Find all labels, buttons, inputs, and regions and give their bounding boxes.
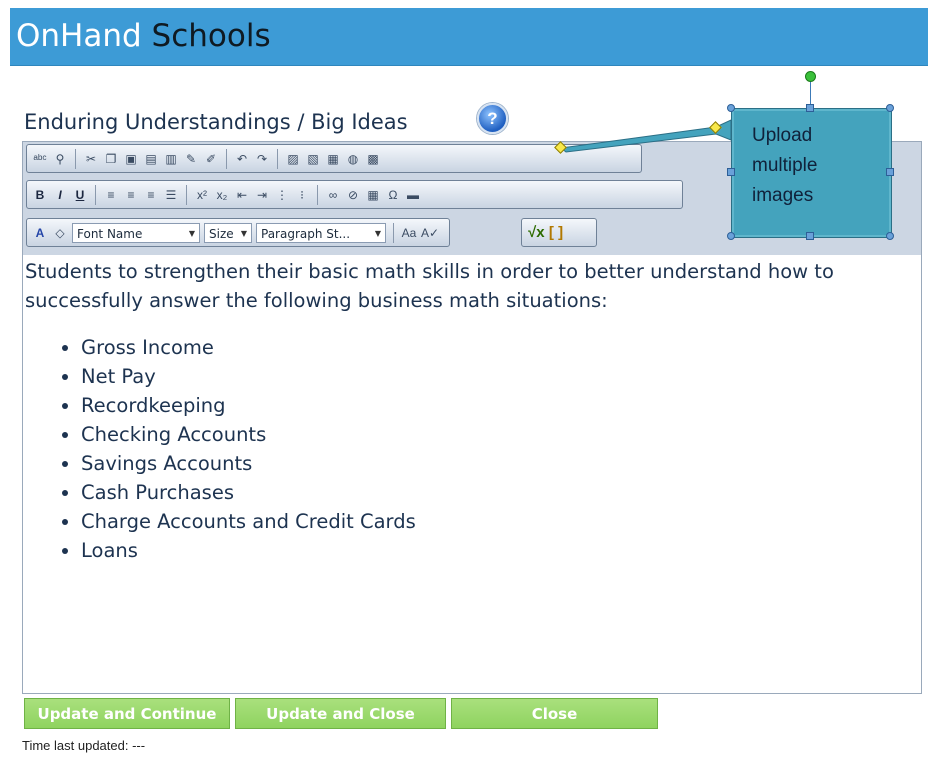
intro-paragraph: Students to strengthen their basic math … bbox=[25, 260, 834, 312]
toolbar-row-3-math: √x [ ] bbox=[521, 218, 597, 247]
resize-handle[interactable] bbox=[727, 232, 735, 240]
list-item: Gross Income bbox=[81, 333, 923, 362]
paragraph-style-dropdown[interactable]: Paragraph St... ▼ bbox=[256, 222, 386, 243]
paste-plain-icon[interactable]: ▤ bbox=[143, 151, 159, 167]
font-name-value: Font Name bbox=[77, 226, 143, 241]
update-and-continue-button[interactable]: Update and Continue bbox=[24, 698, 230, 729]
time-last-updated: Time last updated: --- bbox=[22, 738, 146, 753]
undo-icon[interactable]: ↶ bbox=[234, 151, 250, 167]
spellcheck-icon[interactable]: ᵃᵇᶜ bbox=[32, 151, 48, 167]
list-item: Net Pay bbox=[81, 362, 923, 391]
table-icon[interactable]: ▦ bbox=[365, 187, 381, 203]
resize-handle[interactable] bbox=[886, 168, 894, 176]
upload-images-callout[interactable]: Upload multiple images bbox=[731, 108, 892, 238]
outdent-icon[interactable]: ⇤ bbox=[234, 187, 250, 203]
bold-icon[interactable]: B bbox=[32, 187, 48, 203]
rotation-handle[interactable] bbox=[805, 71, 816, 82]
toolbar-row-1: ᵃᵇᶜ ⚲ ✂ ❐ ▣ ▤ ▥ ✎ ✐ ↶ ↷ ▨ ▧ ▦ ◍ ▩ bbox=[26, 144, 642, 173]
resize-handle[interactable] bbox=[886, 232, 894, 240]
copy-icon[interactable]: ❐ bbox=[103, 151, 119, 167]
find-icon[interactable]: ⚲ bbox=[52, 151, 68, 167]
image-icon[interactable]: ▨ bbox=[285, 151, 301, 167]
list-item: Loans bbox=[81, 536, 923, 565]
text-case-icon[interactable]: Aa bbox=[401, 225, 417, 241]
toolbar-row-3: A ◇ Font Name ▼ Size ▼ Paragraph St... ▼ Aa… bbox=[26, 218, 450, 247]
chevron-down-icon: ▼ bbox=[374, 228, 381, 238]
toolbar-separator bbox=[393, 222, 394, 243]
indent-icon[interactable]: ⇥ bbox=[254, 187, 270, 203]
media-icon[interactable]: ▩ bbox=[365, 151, 381, 167]
bulleted-list-icon[interactable]: ⁝ bbox=[294, 187, 310, 203]
align-center-icon[interactable]: ≡ bbox=[123, 187, 139, 203]
paragraph-style-value: Paragraph St... bbox=[261, 226, 351, 241]
resize-handle[interactable] bbox=[806, 232, 814, 240]
toolbar-separator bbox=[186, 184, 187, 205]
paste-word-icon[interactable]: ▥ bbox=[163, 151, 179, 167]
align-left-icon[interactable]: ≡ bbox=[103, 187, 119, 203]
list-item: Charge Accounts and Credit Cards bbox=[81, 507, 923, 536]
close-button[interactable]: Close bbox=[451, 698, 658, 729]
help-icon[interactable]: ? bbox=[477, 103, 508, 134]
callout-line-1: Upload bbox=[752, 125, 813, 146]
bracket-icon[interactable]: [ ] bbox=[548, 224, 564, 241]
chevron-down-icon: ▼ bbox=[240, 228, 247, 238]
align-right-icon[interactable]: ≡ bbox=[143, 187, 159, 203]
toolbar-separator bbox=[317, 184, 318, 205]
underline-icon[interactable]: U bbox=[72, 187, 88, 203]
resize-handle[interactable] bbox=[727, 168, 735, 176]
toolbar-separator bbox=[95, 184, 96, 205]
symbol-icon[interactable]: Ω bbox=[385, 187, 401, 203]
callout-text: Upload multiple images bbox=[752, 121, 817, 211]
brand-logo: OnHand Schools bbox=[16, 18, 271, 54]
list-item: Recordkeeping bbox=[81, 391, 923, 420]
clear-format-icon[interactable]: ✐ bbox=[203, 151, 219, 167]
spell-tool-icon[interactable]: A✓ bbox=[421, 225, 439, 241]
list-item: Checking Accounts bbox=[81, 420, 923, 449]
update-and-close-button[interactable]: Update and Close bbox=[235, 698, 446, 729]
flash-icon[interactable]: ◍ bbox=[345, 151, 361, 167]
link-icon[interactable]: ∞ bbox=[325, 187, 341, 203]
chevron-down-icon: ▼ bbox=[188, 228, 195, 238]
resize-handle[interactable] bbox=[886, 104, 894, 112]
paste-icon[interactable]: ▣ bbox=[123, 151, 139, 167]
resize-handle[interactable] bbox=[727, 104, 735, 112]
toolbar-separator bbox=[277, 148, 278, 169]
section-title: Enduring Understandings / Big Ideas bbox=[24, 110, 408, 134]
resize-handle[interactable] bbox=[806, 104, 814, 112]
toolbar-row-2: B I U ≡ ≡ ≡ ☰ x² x₂ ⇤ ⇥ ⋮ ⁝ ∞ ⊘ ▦ Ω ▬ bbox=[26, 180, 683, 209]
equation-icon[interactable]: √x bbox=[528, 224, 545, 241]
font-size-value: Size bbox=[209, 226, 234, 241]
italic-icon[interactable]: I bbox=[52, 187, 68, 203]
font-name-dropdown[interactable]: Font Name ▼ bbox=[72, 222, 200, 243]
superscript-icon[interactable]: x² bbox=[194, 187, 210, 203]
editor-content[interactable]: Students to strengthen their basic math … bbox=[23, 255, 923, 565]
brand-name-part1: OnHand bbox=[16, 18, 142, 54]
redo-icon[interactable]: ↷ bbox=[254, 151, 270, 167]
callout-line-2: multiple bbox=[752, 155, 818, 176]
numbered-list-icon[interactable]: ⋮ bbox=[274, 187, 290, 203]
image-manager-icon[interactable]: ▧ bbox=[305, 151, 321, 167]
list-item: Cash Purchases bbox=[81, 478, 923, 507]
topic-list: Gross Income Net Pay Recordkeeping Check… bbox=[25, 333, 923, 565]
callout-pointer-adjust-handle[interactable] bbox=[709, 121, 722, 134]
subscript-icon[interactable]: x₂ bbox=[214, 187, 230, 203]
font-color-icon[interactable]: A bbox=[32, 225, 48, 241]
app-header: OnHand Schools bbox=[10, 8, 928, 66]
unlink-icon[interactable]: ⊘ bbox=[345, 187, 361, 203]
highlight-color-icon[interactable]: ◇ bbox=[52, 225, 68, 241]
cut-icon[interactable]: ✂ bbox=[83, 151, 99, 167]
horizontal-rule-icon[interactable]: ▬ bbox=[405, 187, 421, 203]
format-stripper-icon[interactable]: ✎ bbox=[183, 151, 199, 167]
brand-name-part2: Schools bbox=[141, 18, 271, 54]
list-item: Savings Accounts bbox=[81, 449, 923, 478]
font-size-dropdown[interactable]: Size ▼ bbox=[204, 222, 252, 243]
toolbar-separator bbox=[75, 148, 76, 169]
justify-icon[interactable]: ☰ bbox=[163, 187, 179, 203]
callout-line-3: images bbox=[752, 185, 814, 206]
toolbar-separator bbox=[226, 148, 227, 169]
multi-image-upload-icon[interactable]: ▦ bbox=[325, 151, 341, 167]
